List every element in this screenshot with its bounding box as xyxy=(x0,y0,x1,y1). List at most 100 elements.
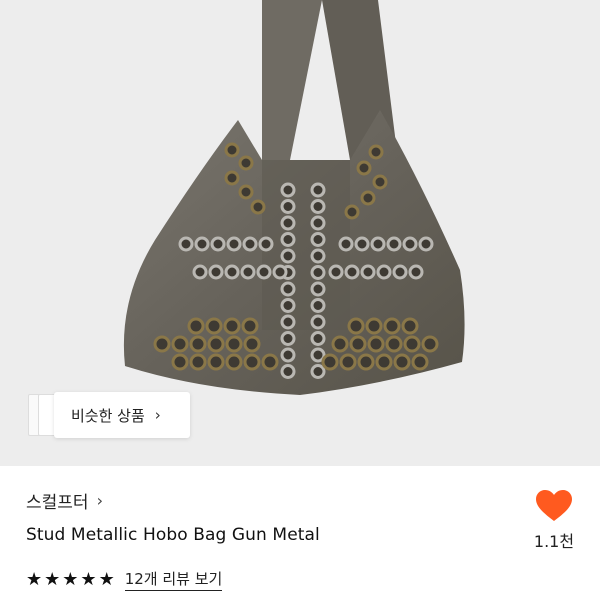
eyelet xyxy=(383,317,401,335)
eyelet xyxy=(402,236,418,252)
star-icon: ★ xyxy=(98,568,115,590)
product-title: Stud Metallic Hobo Bag Gun Metal xyxy=(26,525,320,545)
eyelet xyxy=(344,204,360,220)
eyelet xyxy=(224,170,240,186)
eyelet xyxy=(310,314,326,330)
eyelet xyxy=(238,155,254,171)
eyelet xyxy=(280,199,296,214)
eyelet xyxy=(310,298,326,313)
eyelet xyxy=(370,236,386,252)
eyelet xyxy=(192,264,208,280)
eyelet xyxy=(171,353,189,371)
eyelet xyxy=(331,335,349,353)
similar-products-button[interactable]: 비슷한 상품 › xyxy=(54,392,190,438)
eyelet xyxy=(280,182,296,198)
eyelet xyxy=(178,236,194,252)
eyelet xyxy=(205,317,223,335)
eyelet xyxy=(354,236,370,252)
eyelet xyxy=(280,347,296,363)
eyelet xyxy=(226,236,242,252)
star-icon: ★ xyxy=(80,568,97,590)
eyelet xyxy=(210,236,226,252)
eyelet xyxy=(339,353,357,371)
eyelet xyxy=(310,331,326,346)
eyelet xyxy=(392,264,408,280)
eyelet xyxy=(224,142,240,158)
eyelet xyxy=(207,335,225,353)
eyelet xyxy=(272,264,288,280)
heart-icon xyxy=(536,490,572,521)
eyelet xyxy=(224,264,240,280)
eyelet xyxy=(376,264,392,280)
eyelet xyxy=(280,232,296,247)
eyelet xyxy=(403,335,421,353)
eyelet xyxy=(310,281,326,297)
eyelet xyxy=(189,335,207,353)
eyelet xyxy=(240,264,256,280)
eyelet xyxy=(321,353,339,371)
eyelet xyxy=(250,199,266,215)
brand-name: 스컬프터 xyxy=(26,493,89,513)
eyelet xyxy=(208,264,224,280)
eyelet xyxy=(171,335,189,353)
eyelet xyxy=(280,215,296,231)
like-button[interactable]: 1.1천 xyxy=(532,490,576,552)
eyelet xyxy=(372,174,388,190)
eyelet xyxy=(411,353,429,371)
eyelet xyxy=(258,236,274,252)
eyelet xyxy=(280,298,296,313)
eyelet xyxy=(280,364,296,379)
reviews-link[interactable]: 12개 리뷰 보기 xyxy=(124,568,223,591)
eyelet xyxy=(194,236,210,252)
eyelet xyxy=(310,232,326,247)
eyelet xyxy=(421,335,439,353)
eyelet xyxy=(408,264,424,280)
like-count: 1.1천 xyxy=(533,532,575,551)
eyelet xyxy=(310,199,326,214)
eyelet xyxy=(238,184,254,200)
eyelet xyxy=(401,317,419,335)
star-icon: ★ xyxy=(26,568,43,590)
eyelet xyxy=(207,353,225,371)
star-icon: ★ xyxy=(62,568,79,590)
eyelet xyxy=(280,314,296,330)
product-image[interactable]: 비슷한 상품 › xyxy=(0,0,600,466)
eyelet xyxy=(344,264,360,280)
similar-products-label: 비슷한 상품 xyxy=(71,406,145,425)
eyelet xyxy=(328,264,344,280)
eyelet xyxy=(356,160,372,176)
eyelet xyxy=(280,248,296,264)
eyelet xyxy=(365,317,383,335)
eyelet xyxy=(386,236,402,252)
eyelet xyxy=(153,335,171,353)
eyelet xyxy=(367,335,385,353)
eyelet xyxy=(310,265,326,280)
star-rating: ★ ★ ★ ★ ★ xyxy=(26,568,115,590)
eyelet xyxy=(310,215,326,231)
eyelet xyxy=(242,236,258,252)
eyelet xyxy=(280,281,296,297)
eyelet xyxy=(256,264,272,280)
eyelet xyxy=(187,317,205,335)
eyelet xyxy=(310,248,326,264)
eyelet xyxy=(225,353,243,371)
eyelet xyxy=(225,335,243,353)
eyelet xyxy=(347,317,365,335)
eyelet xyxy=(310,364,326,379)
star-icon: ★ xyxy=(44,568,61,590)
eyelet xyxy=(368,144,384,160)
eyelet xyxy=(280,331,296,346)
eyelet xyxy=(310,182,326,198)
rating-row: ★ ★ ★ ★ ★ 12개 리뷰 보기 xyxy=(26,568,223,591)
brand-link[interactable]: 스컬프터 › xyxy=(26,488,103,513)
eyelet xyxy=(189,353,207,371)
eyelet xyxy=(385,335,403,353)
chevron-right-icon: › xyxy=(154,406,161,424)
eyelet xyxy=(357,353,375,371)
eyelet xyxy=(241,317,259,335)
eyelet xyxy=(338,236,354,252)
eyelet xyxy=(243,353,261,371)
eyelet xyxy=(418,236,434,252)
chevron-right-icon: › xyxy=(96,491,103,510)
eyelet xyxy=(393,353,411,371)
